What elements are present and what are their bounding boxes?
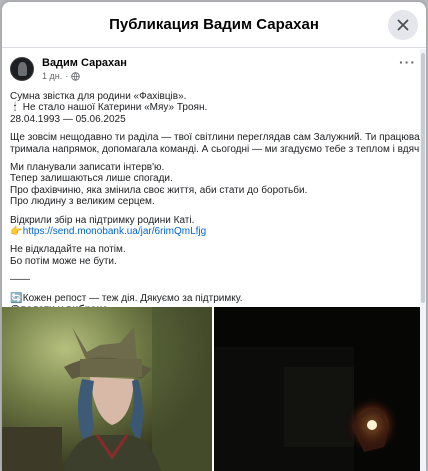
pointing-hand-icon: 👉 (10, 226, 23, 238)
portrait-photo-art (2, 307, 212, 471)
candle-icon: 🕯 (13, 102, 17, 114)
author-name[interactable]: Вадим Сарахан (42, 56, 127, 70)
post-paragraph: Відкрили збір на підтримку родини Каті. … (10, 215, 416, 238)
repost-icon: 🔄 (10, 292, 23, 304)
close-button[interactable] (388, 10, 418, 40)
post-line: 28.04.1993 — 05.06.2025 (10, 113, 126, 125)
more-options-icon[interactable]: ··· (399, 55, 416, 69)
post-line: Про людину з великим серцем. (10, 196, 155, 208)
scrollbar[interactable] (420, 49, 426, 471)
avatar[interactable] (10, 57, 34, 81)
post-line: Тепер залишаються лише спогади. (10, 173, 173, 185)
post-time[interactable]: 1 дн. (42, 70, 62, 82)
post-line: Ще зовсім нещодавно ти раділа — твої сві… (10, 132, 426, 144)
post-meta: 1 дн. · (42, 70, 127, 82)
night-photo-art (214, 307, 426, 471)
dialog-header: Публикация Вадим Сарахан (2, 2, 426, 48)
post-photo-portrait[interactable] (2, 307, 212, 471)
post-line: 🕯 Не стало нашої Катерини «Мяу» Троян. (10, 102, 416, 113)
post-line-text: Не стало нашої Катерини «Мяу» Троян. (22, 102, 208, 114)
post-paragraph: —— (10, 274, 416, 285)
scrollbar-thumb[interactable] (421, 53, 425, 303)
post-paragraph: Ще зовсім нещодавно ти раділа — твої сві… (10, 132, 426, 155)
post-text: Сумна звістка для родини «Фахівців». 🕯 Н… (2, 91, 426, 316)
post-photos (2, 307, 426, 471)
meta-separator: · (65, 71, 69, 81)
post-paragraph: Сумна звістка для родини «Фахівців». 🕯 Н… (10, 91, 416, 125)
post-dialog: Публикация Вадим Сарахан Вадим Сарахан 1… (2, 2, 426, 471)
post-paragraph: Не відкладайте на потім. Бо потім може н… (10, 244, 416, 267)
post-scroll-area[interactable]: Вадим Сарахан 1 дн. · ··· Сумна звістка … (2, 49, 426, 471)
donation-link[interactable]: https://send.monobank.ua/jar/6rimQmLfjg (23, 226, 206, 237)
post-line: Бо потім може не бути. (10, 255, 117, 267)
post-line: 🔄 Кожен репост — теж дія. Дякуємо за під… (10, 293, 416, 304)
close-icon (397, 19, 409, 31)
post-separator: —— (10, 274, 30, 286)
post-line: Сумна звістка для родини «Фахівців». (10, 91, 187, 102)
post-line-text: Кожен репост — теж дія. Дякуємо за підтр… (22, 292, 243, 304)
post-photo-night[interactable] (214, 307, 426, 471)
post-paragraph: Ми планували записати інтерв'ю. Тепер за… (10, 162, 416, 208)
post-header: Вадим Сарахан 1 дн. · ··· (2, 49, 426, 91)
dialog-title: Публикация Вадим Сарахан (109, 16, 319, 33)
globe-icon[interactable] (71, 71, 80, 81)
post-line: Відкрили збір на підтримку родини Каті. (10, 214, 195, 226)
post-line: 👉 https://send.monobank.ua/jar/6rimQmLfj… (10, 226, 416, 237)
post-line: тримала напрямок, допомагала команді. А … (10, 143, 426, 155)
post-line: Про фахівчиню, яка змінила своє життя, а… (10, 184, 308, 196)
post-line: Ми планували записати інтерв'ю. (10, 162, 165, 174)
post-line: Не відкладайте на потім. (10, 244, 126, 256)
